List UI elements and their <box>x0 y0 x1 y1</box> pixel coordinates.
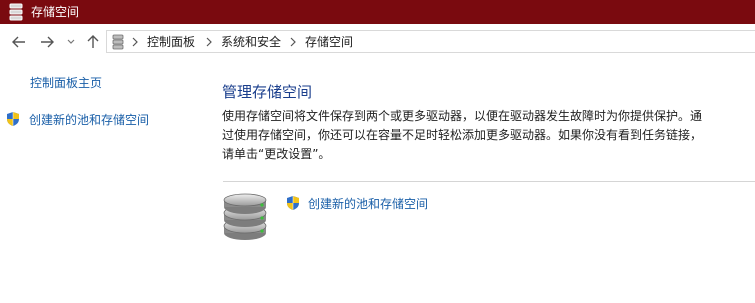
create-pool-link[interactable]: 创建新的池和存储空间 <box>308 196 428 212</box>
chevron-down-icon <box>67 39 75 44</box>
back-arrow-icon <box>12 36 25 48</box>
recent-locations-button[interactable] <box>64 24 78 60</box>
forward-button[interactable] <box>36 24 58 60</box>
breadcrumb-control-panel[interactable]: 控制面板 <box>147 34 195 50</box>
title-bar: 存储空间 <box>0 0 755 24</box>
forward-arrow-icon <box>41 36 54 48</box>
breadcrumb-storage-spaces[interactable]: 存储空间 <box>305 34 353 50</box>
breadcrumb-system-security[interactable]: 系统和安全 <box>221 34 281 50</box>
up-button[interactable] <box>84 24 102 60</box>
window-title: 存储空间 <box>31 5 80 19</box>
chevron-right-icon[interactable] <box>205 37 213 47</box>
chevron-right-icon[interactable] <box>289 37 297 47</box>
address-bar[interactable]: 控制面板 系统和安全 存储空间 <box>106 30 755 53</box>
description-line: 使用存储空间将文件保存到两个或更多驱动器，以便在驱动器发生故障时为你提供保护。通 <box>222 109 703 123</box>
sidebar-create-pool-link[interactable]: 创建新的池和存储空间 <box>29 112 149 128</box>
description-line: 过使用存储空间，你还可以在容量不足时轻松添加更多驱动器。如果你没有看到任务链接， <box>222 128 703 142</box>
divider <box>223 181 755 182</box>
storage-spaces-icon <box>9 3 23 21</box>
uac-shield-icon <box>7 112 19 126</box>
chevron-right-icon[interactable] <box>131 37 139 47</box>
page-title: 管理存储空间 <box>222 83 313 101</box>
up-arrow-icon <box>87 35 99 48</box>
uac-shield-icon <box>287 196 299 210</box>
back-button[interactable] <box>8 24 30 60</box>
description-text: 使用存储空间将文件保存到两个或更多驱动器，以便在驱动器发生故障时为你提供保护。通… <box>222 107 722 164</box>
storage-spaces-icon <box>112 34 124 50</box>
description-line: 请单击“更改设置”。 <box>222 147 331 161</box>
control-panel-home-link[interactable]: 控制面板主页 <box>30 75 102 91</box>
navigation-bar: 控制面板 系统和安全 存储空间 <box>0 24 755 60</box>
storage-pool-icon <box>223 193 267 240</box>
